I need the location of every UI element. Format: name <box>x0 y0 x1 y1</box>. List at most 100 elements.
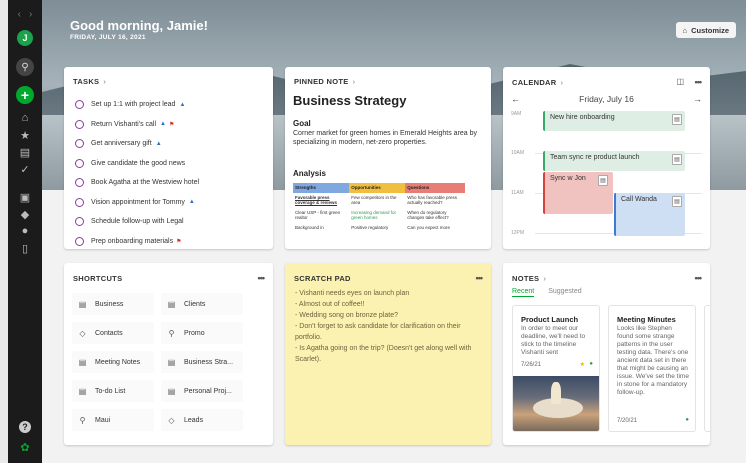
task-list: Set up 1:1 with project lead ▲ Return Vis… <box>75 95 265 249</box>
search-icon: ⚲ <box>79 415 86 425</box>
notes-header[interactable]: NOTES › ••• <box>512 273 703 283</box>
new-note-button[interactable]: + <box>16 86 34 104</box>
task-item[interactable]: Set up 1:1 with project lead ▲ <box>75 95 265 115</box>
task-item[interactable]: Schedule follow-up with Legal <box>75 212 265 232</box>
table-cell: Increasing demand for green homes <box>351 209 397 221</box>
task-label: Give candidate the good news <box>91 159 186 167</box>
shortcut-item[interactable]: ▤ Personal Proj... <box>161 380 243 402</box>
calendar-event[interactable]: Team sync re product launch ▤ <box>543 151 685 171</box>
shortcuts-header: SHORTCUTS ••• <box>73 273 266 283</box>
shared-icon[interactable]: ● <box>17 225 33 237</box>
tab-recent[interactable]: Recent <box>512 288 535 297</box>
table-cell: Background in <box>295 224 324 230</box>
task-item[interactable]: Give candidate the good news <box>75 154 265 174</box>
pinned-note-widget[interactable]: PINNED NOTE › Business Strategy Goal Corn… <box>285 67 491 249</box>
evernote-icon[interactable]: ✿ <box>17 439 33 455</box>
task-item[interactable]: Vision appointment for Tommy ▲ <box>75 193 265 213</box>
shortcut-item[interactable]: ⚲ Promo <box>161 322 243 344</box>
task-item[interactable]: Get anniversary gift ▲ <box>75 134 265 154</box>
task-item[interactable]: Book Agatha at the Westview hotel <box>75 173 265 193</box>
calendar-event[interactable]: Sync w Jon ▤ <box>543 172 613 214</box>
calendar-event[interactable]: Call Wanda ▤ <box>614 193 685 236</box>
event-title: New hire onboarding <box>550 114 615 121</box>
event-title: Team sync re product launch <box>550 154 640 161</box>
task-checkbox[interactable] <box>75 236 84 246</box>
task-checkbox[interactable] <box>75 139 84 149</box>
more-options-icon[interactable]: ••• <box>476 273 484 283</box>
calendar-header[interactable]: CALENDAR › ••• <box>512 77 703 87</box>
task-checkbox[interactable] <box>75 197 84 207</box>
shortcut-item[interactable]: ▤ Meeting Notes <box>72 351 154 373</box>
scratch-line: - Vishanti needs eyes on launch plan <box>295 290 410 297</box>
home-icon: ⌂ <box>682 25 688 35</box>
star-icon[interactable]: ★ <box>17 129 33 142</box>
notebook-icon: ▤ <box>78 299 87 309</box>
task-checkbox[interactable] <box>75 217 84 227</box>
note-card[interactable]: Y <box>704 305 710 432</box>
calendar-widget: CALENDAR › ••• ◫ ← Friday, July 16 → 9AM … <box>503 67 710 249</box>
task-checkbox[interactable] <box>75 119 84 129</box>
notes-tabs: Recent Suggested <box>512 288 582 297</box>
star-icon: ★ <box>579 362 585 368</box>
shortcut-label: Leads <box>184 416 204 424</box>
home-icon[interactable]: ⌂ <box>17 112 33 124</box>
shortcut-item[interactable]: ▤ Business <box>72 293 154 315</box>
table-cell: Clear USP - first green realtor <box>295 209 341 221</box>
shortcut-item[interactable]: ◇ Leads <box>161 409 243 431</box>
notebooks-icon[interactable]: ▣ <box>17 191 33 204</box>
tags-icon[interactable]: ◆ <box>17 208 33 221</box>
hour-label: 10AM <box>511 150 525 156</box>
task-item[interactable]: Return Vishanti's call ▲ ⚑ <box>75 115 265 135</box>
arrow-left-icon[interactable]: ← <box>511 94 520 104</box>
scratch-pad-widget[interactable]: SCRATCH PAD ••• - Vishanti needs eyes on… <box>285 263 491 445</box>
shortcut-item[interactable]: ▤ Business Stra... <box>161 351 243 373</box>
shortcut-label: Business Stra... <box>184 358 234 366</box>
sidebar-bottom: ? ✿ <box>17 421 33 455</box>
shortcut-item[interactable]: ▤ To-do List <box>72 380 154 402</box>
notes-icon[interactable]: ▤ <box>17 146 33 159</box>
task-label: Prep onboarding materials <box>91 237 174 245</box>
task-label: Vision appointment for Tommy <box>91 198 185 206</box>
scratch-text[interactable]: - Vishanti needs eyes on launch plan - A… <box>295 288 481 365</box>
hour-label: 11AM <box>511 190 524 196</box>
task-item[interactable]: Prep onboarding materials ⚑ <box>75 232 265 250</box>
note-icon: ▤ <box>78 357 87 367</box>
sidebar-nav: ⌂ ★ ▤ ✓ ▣ ◆ ● ▯ <box>17 112 33 255</box>
rocket-shape <box>551 382 561 404</box>
more-options-icon[interactable]: ••• <box>258 273 266 283</box>
pinned-header[interactable]: PINNED NOTE › <box>294 77 482 86</box>
notes-widget: NOTES › ••• Recent Suggested Product Laun… <box>503 263 710 445</box>
task-checkbox[interactable] <box>75 100 84 110</box>
task-checkbox[interactable] <box>75 178 84 188</box>
note-card[interactable]: Product Launch In order to meet our dead… <box>512 305 600 432</box>
avatar[interactable]: J <box>17 30 33 46</box>
table-cell: Can you expect more <box>407 224 450 230</box>
shortcut-label: Meeting Notes <box>95 358 141 366</box>
open-calendar-icon[interactable]: ◫ <box>676 77 684 86</box>
customize-button[interactable]: ⌂ Customize <box>675 22 736 38</box>
note-card-snippet: Looks like Stephen found some strange pa… <box>617 325 689 396</box>
search-icon[interactable]: ⚲ <box>16 58 34 76</box>
forward-icon[interactable]: › <box>29 9 32 20</box>
arrow-right-icon[interactable]: → <box>693 94 702 104</box>
shared-icon: ● <box>685 417 689 423</box>
note-card[interactable]: Meeting Minutes Looks like Stephen found… <box>608 305 696 432</box>
app-window: ‹ › J ⚲ + ⌂ ★ ▤ ✓ ▣ ◆ ● ▯ ? ✿ Good morni… <box>8 0 746 463</box>
flag-icon: ⚑ <box>176 238 182 245</box>
note-card-title: Meeting Minutes <box>617 315 676 324</box>
calendar-event[interactable]: New hire onboarding ▤ <box>543 111 685 131</box>
calendar-day: Friday, July 16 <box>579 94 634 104</box>
shortcut-item[interactable]: ▤ Clients <box>161 293 243 315</box>
more-options-icon[interactable]: ••• <box>695 77 703 87</box>
shortcut-item[interactable]: ⚲ Maui <box>72 409 154 431</box>
tasks-header[interactable]: TASKS › <box>73 77 264 86</box>
help-icon[interactable]: ? <box>19 421 31 433</box>
shortcut-item[interactable]: ◇ Contacts <box>72 322 154 344</box>
tasks-icon[interactable]: ✓ <box>17 163 33 176</box>
task-checkbox[interactable] <box>75 158 84 168</box>
back-icon[interactable]: ‹ <box>18 9 21 20</box>
trash-icon[interactable]: ▯ <box>17 242 33 255</box>
table-cell: Favorable press coverage & reviews <box>295 194 338 206</box>
more-options-icon[interactable]: ••• <box>695 273 703 283</box>
tab-suggested[interactable]: Suggested <box>548 288 581 297</box>
